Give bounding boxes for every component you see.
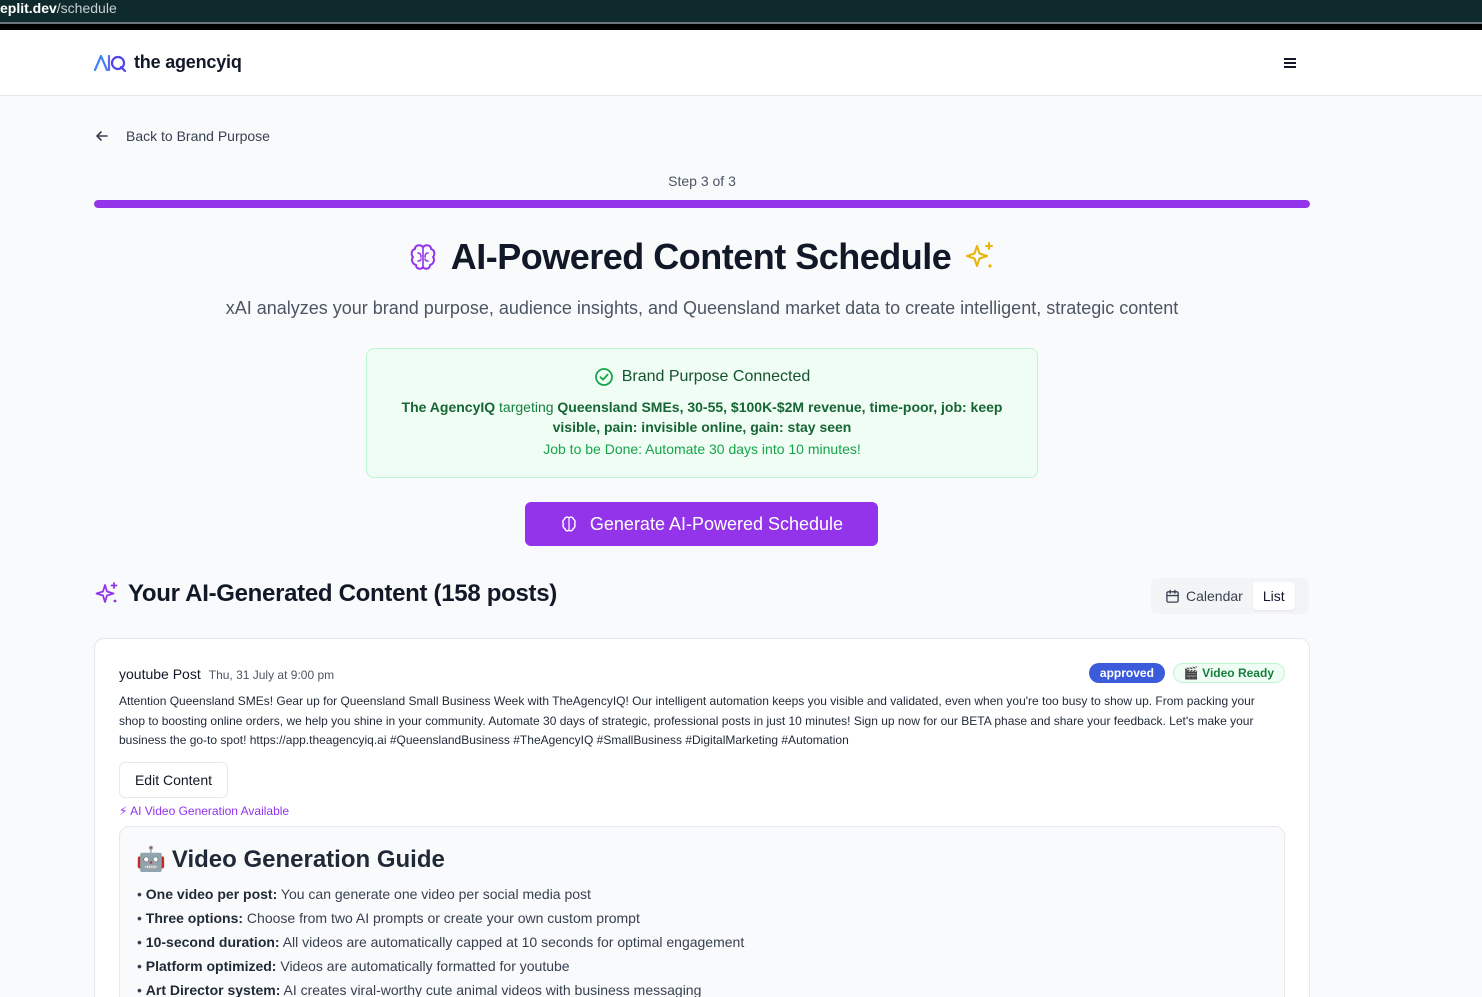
- guide-item: • Art Director system: AI creates viral-…: [137, 982, 702, 997]
- sparkles-icon: [966, 242, 994, 268]
- view-toggle: Calendar List: [1151, 578, 1309, 614]
- guide-item-label: One video per post:: [145, 886, 278, 902]
- browser-url-bar[interactable]: eplit.dev/schedule: [0, 0, 1482, 22]
- back-to-brand-purpose-link[interactable]: Back to Brand Purpose: [94, 128, 270, 144]
- sparkles-icon: [95, 582, 118, 603]
- post-meta: youtube Post Thu, 31 July at 9:00 pm: [119, 666, 334, 682]
- guide-item: • Three options: Choose from two AI prom…: [137, 910, 640, 926]
- robot-icon: 🤖: [136, 846, 166, 873]
- content-section-title: Your AI-Generated Content (158 posts): [128, 580, 557, 607]
- page-title: AI-Powered Content Schedule: [450, 236, 952, 277]
- guide-item-label: Art Director system:: [145, 982, 281, 997]
- list-view-button[interactable]: List: [1252, 582, 1295, 610]
- brain-icon: [562, 516, 576, 532]
- video-generation-guide: 🤖 Video Generation Guide • One video per…: [119, 826, 1285, 997]
- guide-item-text: AI creates viral-worthy cute animal vide…: [283, 982, 702, 997]
- guide-item-label: 10-second duration:: [145, 934, 280, 950]
- progress-fill: [94, 200, 1310, 208]
- back-link-label: Back to Brand Purpose: [126, 128, 270, 144]
- content-section-header: Your AI-Generated Content (158 posts): [94, 580, 557, 608]
- generate-schedule-button[interactable]: Generate AI-Powered Schedule: [525, 502, 878, 546]
- browser-divider: [0, 22, 1482, 30]
- guide-item: • 10-second duration: All videos are aut…: [137, 934, 745, 950]
- guide-item: • One video per post: You can generate o…: [137, 886, 591, 902]
- logo-mark-icon: [94, 54, 126, 72]
- guide-item-text: Videos are automatically formatted for y…: [280, 958, 570, 974]
- post-content: Attention Queensland SMEs! Gear up for Q…: [119, 694, 1255, 747]
- brand-purpose-card: Brand Purpose Connected The AgencyIQ tar…: [366, 348, 1038, 478]
- brand-targeting-line: The AgencyIQ targeting Queensland SMEs, …: [382, 397, 1022, 437]
- hamburger-menu-icon[interactable]: [1280, 54, 1300, 72]
- post-platform-label: youtube Post: [119, 666, 201, 682]
- logo-text: the agencyiq: [134, 52, 242, 72]
- brand-card-heading-row: Brand Purpose Connected: [367, 367, 1037, 387]
- progress-bar: [94, 200, 1310, 208]
- video-guide-list: • One video per post: You can generate o…: [137, 882, 744, 997]
- calendar-icon: [1166, 589, 1179, 603]
- logo[interactable]: the agencyiq: [94, 52, 242, 73]
- brand-card-heading: Brand Purpose Connected: [621, 368, 811, 385]
- guide-item-label: Three options:: [145, 910, 244, 926]
- guide-item-text: You can generate one video per social me…: [280, 886, 591, 902]
- video-guide-title: Video Generation Guide: [171, 845, 445, 873]
- calendar-view-button[interactable]: Calendar: [1155, 582, 1253, 610]
- video-guide-heading: 🤖 Video Generation Guide: [136, 845, 445, 874]
- ai-video-available-note: ⚡ AI Video Generation Available: [119, 804, 290, 818]
- generate-button-label: Generate AI-Powered Schedule: [589, 513, 844, 534]
- app-header: the agencyiq: [0, 30, 1482, 96]
- video-ready-badge: 🎬 Video Ready: [1172, 663, 1285, 683]
- edit-content-button[interactable]: Edit Content: [119, 762, 228, 798]
- page-title-row: AI-Powered Content Schedule: [94, 236, 1310, 278]
- check-circle-icon: [594, 368, 613, 386]
- post-badges: approved 🎬 Video Ready: [1088, 663, 1285, 683]
- list-view-label: List: [1262, 588, 1285, 604]
- url-path: /schedule: [56, 0, 117, 16]
- post-date: Thu, 31 July at 9:00 pm: [208, 668, 335, 682]
- guide-item-text: All videos are automatically capped at 1…: [282, 934, 745, 950]
- guide-item-label: Platform optimized:: [145, 958, 277, 974]
- targeting-word: targeting: [499, 399, 554, 415]
- approved-status-badge: approved: [1088, 663, 1165, 683]
- url-host: eplit.dev: [0, 0, 57, 16]
- arrow-left-icon: [96, 131, 108, 141]
- step-indicator: Step 3 of 3: [668, 173, 736, 189]
- brain-icon: [410, 244, 436, 270]
- post-card: youtube Post Thu, 31 July at 9:00 pm app…: [94, 638, 1310, 997]
- guide-item-text: Choose from two AI prompts or create you…: [246, 910, 640, 926]
- guide-item: • Platform optimized: Videos are automat…: [137, 958, 570, 974]
- job-to-be-done: Job to be Done: Automate 30 days into 10…: [543, 441, 861, 457]
- brand-audience: Queensland SMEs, 30-55, $100K-$2M revenu…: [552, 399, 1003, 435]
- brand-name: The AgencyIQ: [401, 399, 496, 415]
- calendar-view-label: Calendar: [1186, 588, 1243, 604]
- page-subtitle: xAI analyzes your brand purpose, audienc…: [225, 298, 1179, 318]
